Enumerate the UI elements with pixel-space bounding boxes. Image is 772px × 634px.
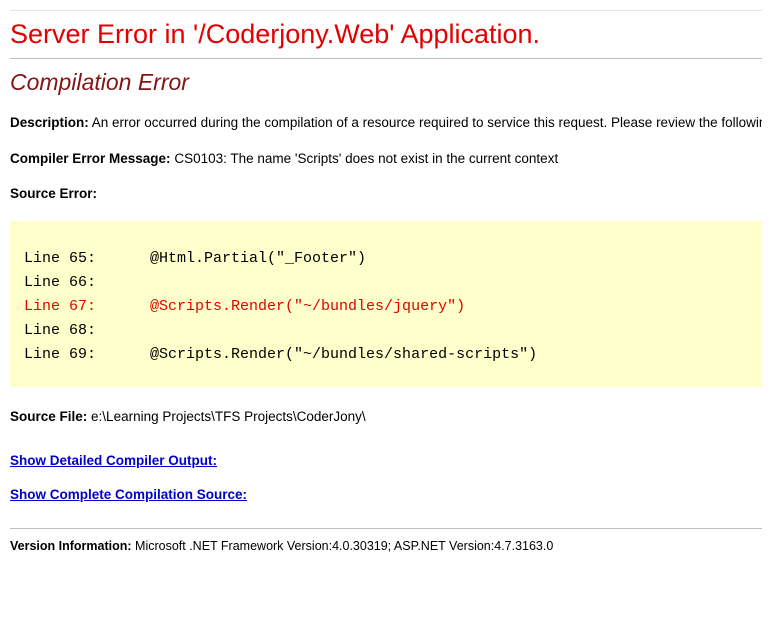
- show-compilation-source-link[interactable]: Show Complete Compilation Source:: [10, 487, 247, 502]
- description-label: Description:: [10, 115, 89, 130]
- source-file-label: Source File:: [10, 409, 87, 424]
- source-error-label: Source Error:: [10, 186, 97, 201]
- version-text: Microsoft .NET Framework Version:4.0.303…: [135, 539, 553, 553]
- source-error-row: Source Error:: [10, 185, 762, 203]
- error-subtitle: Compilation Error: [10, 69, 762, 96]
- title-divider: [10, 58, 762, 59]
- show-detailed-output-link[interactable]: Show Detailed Compiler Output:: [10, 453, 217, 468]
- compiler-error-label: Compiler Error Message:: [10, 151, 171, 166]
- source-code-block: Line 65: @Html.Partial("_Footer") Line 6…: [10, 221, 762, 387]
- description-text: An error occurred during the compilation…: [92, 115, 762, 130]
- source-file-path: e:\Learning Projects\TFS Projects\CoderJ…: [91, 409, 366, 424]
- bottom-divider: [10, 528, 762, 529]
- page-title: Server Error in '/Coderjony.Web' Applica…: [10, 19, 762, 50]
- detailed-output-row: Show Detailed Compiler Output:: [10, 452, 762, 470]
- compilation-source-row: Show Complete Compilation Source:: [10, 486, 762, 504]
- source-file-row: Source File: e:\Learning Projects\TFS Pr…: [10, 409, 762, 424]
- version-label: Version Information:: [10, 539, 132, 553]
- description-row: Description: An error occurred during th…: [10, 114, 762, 132]
- compiler-error-row: Compiler Error Message: CS0103: The name…: [10, 150, 762, 168]
- compiler-error-text: CS0103: The name 'Scripts' does not exis…: [174, 151, 558, 166]
- top-divider: [10, 10, 762, 11]
- version-row: Version Information: Microsoft .NET Fram…: [10, 539, 762, 553]
